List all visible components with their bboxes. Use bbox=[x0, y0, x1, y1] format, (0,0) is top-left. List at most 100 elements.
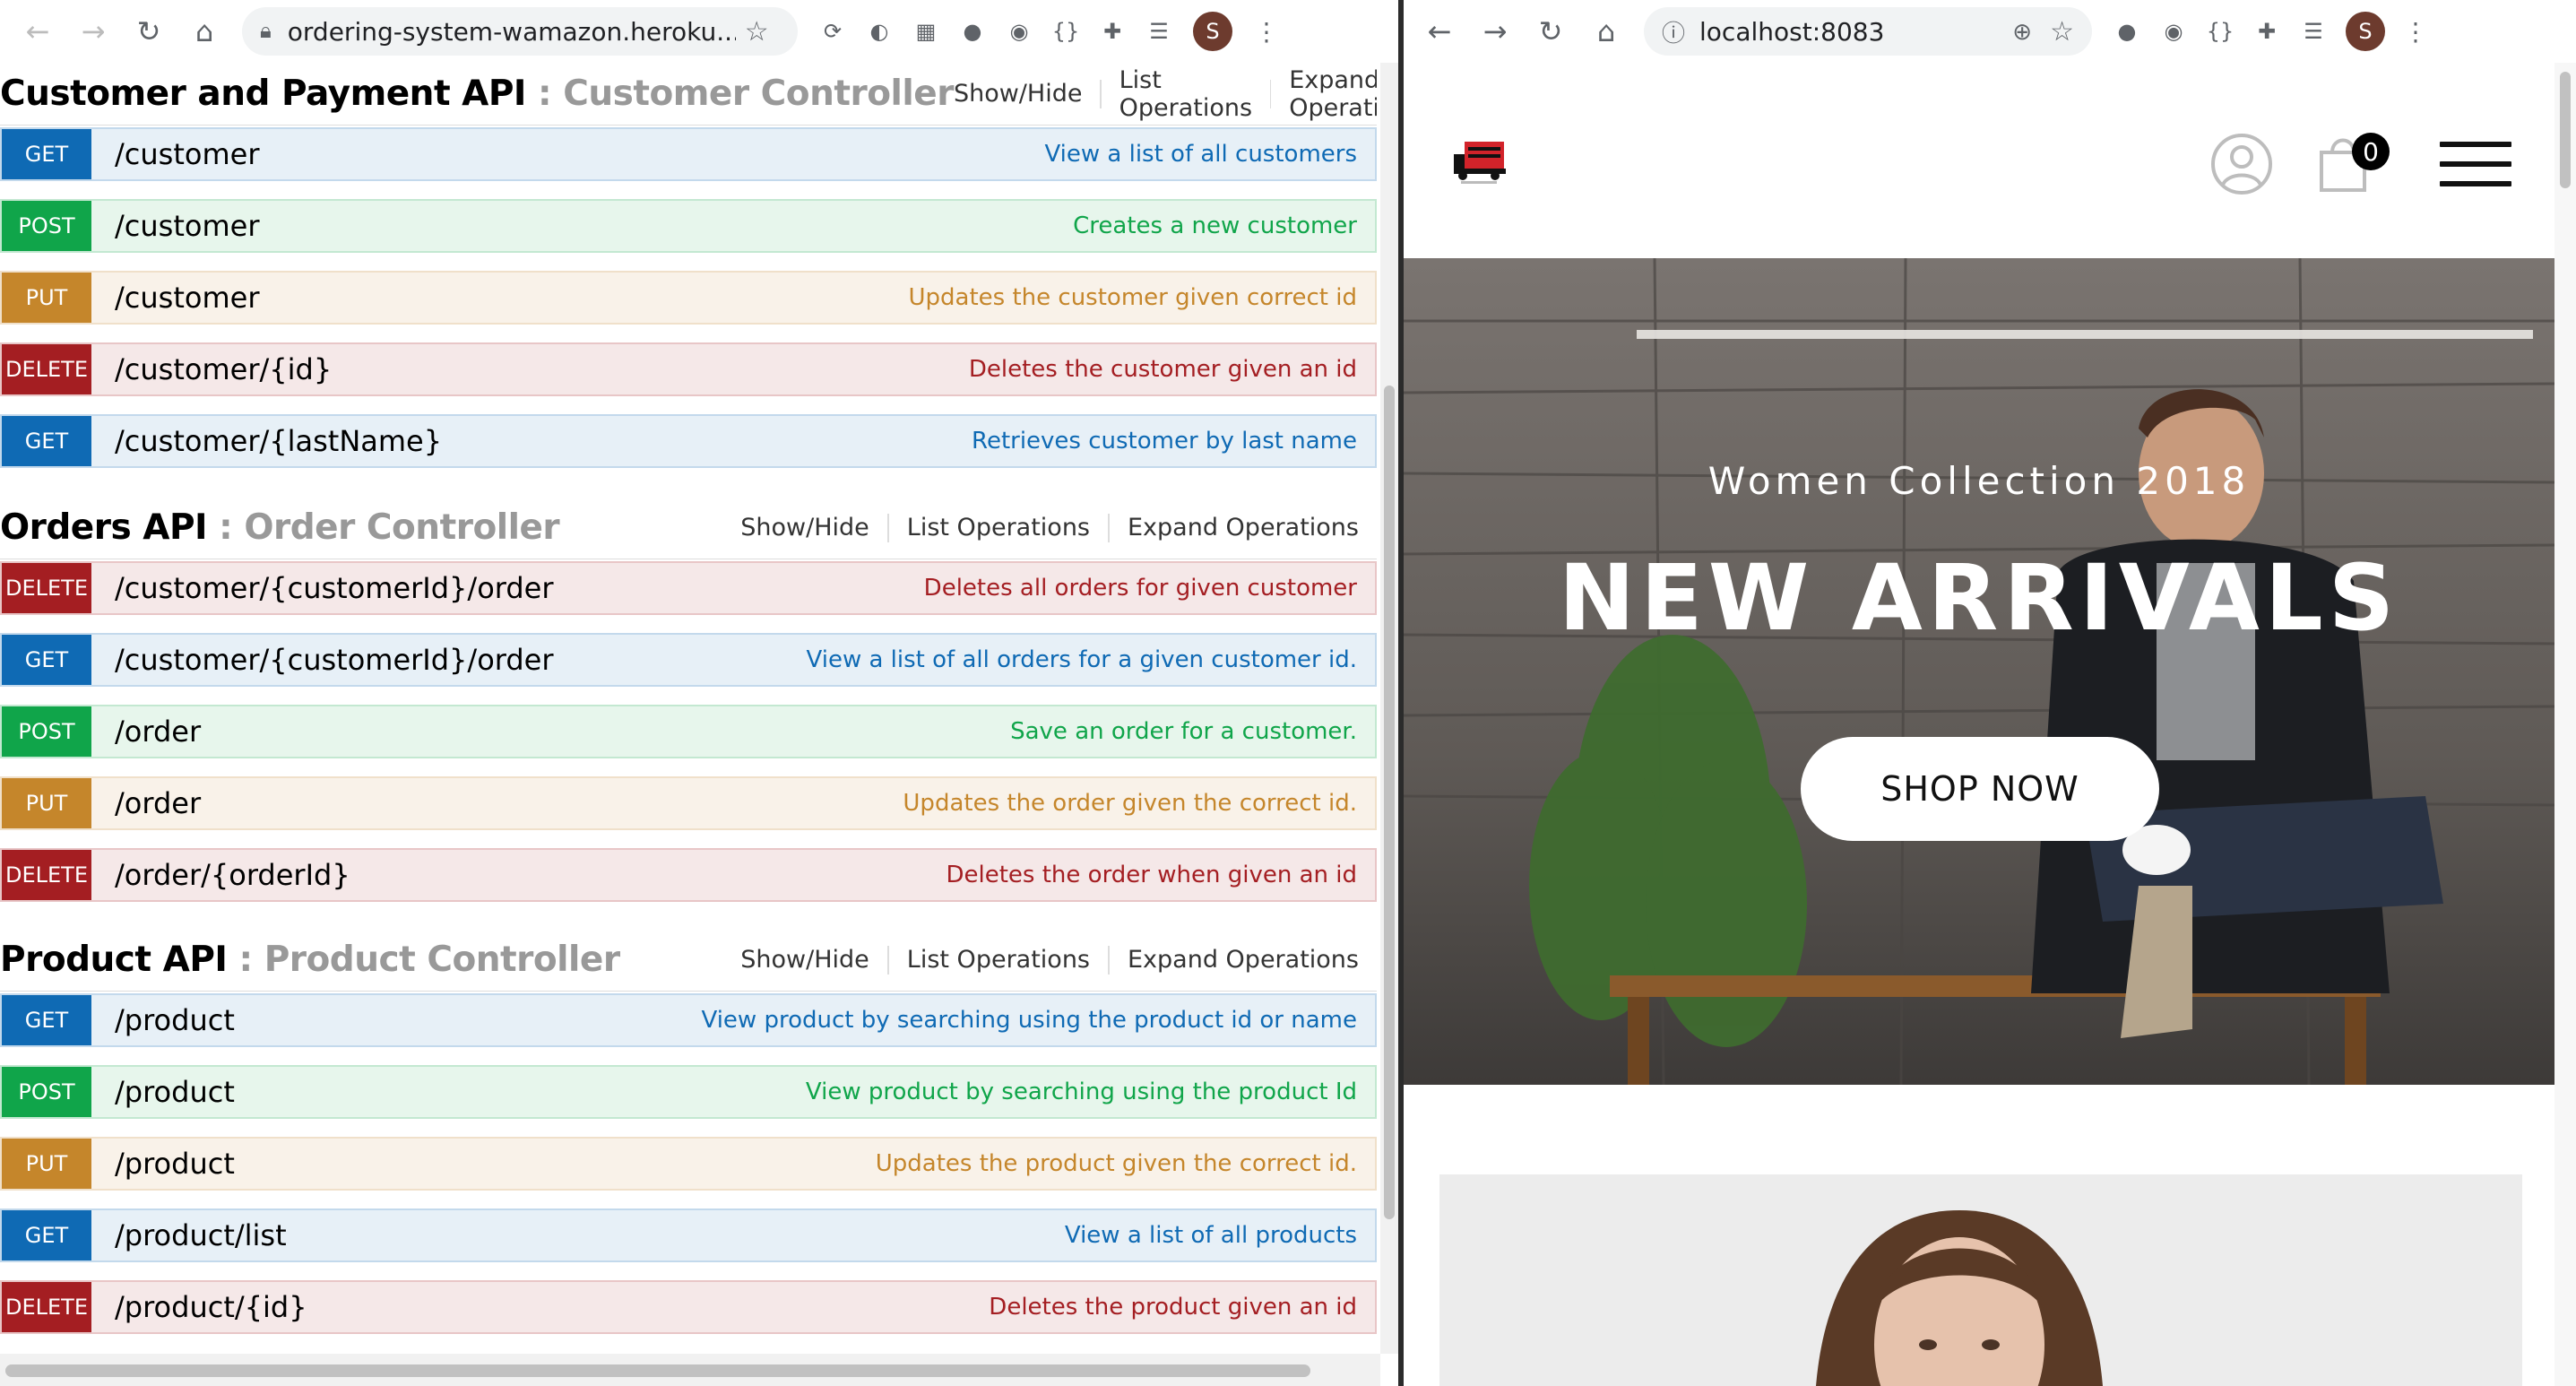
forward-icon[interactable]: → bbox=[75, 13, 111, 49]
forward-icon[interactable]: → bbox=[1477, 13, 1513, 49]
right-address-bar[interactable]: ⓘ localhost:8083 ⊕ ☆ bbox=[1644, 7, 2092, 56]
model-photo bbox=[1816, 1210, 2103, 1386]
operation-description: Deletes the order when given an id bbox=[946, 862, 1357, 888]
show-hide-link[interactable]: Show/Hide bbox=[740, 514, 869, 541]
api-title-separator: : bbox=[525, 74, 564, 114]
swagger-content: Customer and Payment API : Customer Cont… bbox=[0, 63, 1377, 1354]
operation-description: Deletes all orders for given customer bbox=[923, 575, 1357, 602]
lock-icon: 🔒︎ bbox=[260, 19, 272, 43]
api-section-header: Customer and Payment API : Customer Cont… bbox=[0, 63, 1377, 126]
info-icon[interactable]: ⓘ bbox=[1662, 15, 1685, 48]
api-title-text: Orders API bbox=[0, 507, 208, 548]
store-header: 0 bbox=[1404, 63, 2554, 258]
zoom-icon[interactable]: ⊕ bbox=[2012, 18, 2032, 46]
store-logo[interactable] bbox=[1452, 138, 1509, 185]
globe-extension-icon[interactable]: ◉ bbox=[2158, 16, 2189, 47]
grid-extension-icon[interactable]: ▦ bbox=[911, 16, 941, 47]
show-hide-link[interactable]: Show/Hide bbox=[740, 946, 869, 974]
list-operations-link[interactable]: List Operations bbox=[1119, 66, 1252, 122]
operation-row[interactable]: GET/customer/{customerId}/order View a li… bbox=[0, 633, 1377, 687]
operation-row[interactable]: POST/customer Creates a new customer bbox=[0, 199, 1377, 253]
operation-row[interactable]: GET/customer View a list of all customers bbox=[0, 127, 1377, 181]
json-extension-icon[interactable]: {} bbox=[1050, 16, 1081, 47]
api-section-title[interactable]: Customer and Payment API : Customer Cont… bbox=[0, 74, 954, 114]
chat-extension-icon[interactable]: ● bbox=[2112, 16, 2142, 47]
vertical-scrollbar[interactable] bbox=[1380, 63, 1398, 1354]
globe-extension-icon[interactable]: ◉ bbox=[1004, 16, 1034, 47]
api-section-links: Show/Hide List Operations Expand Operati… bbox=[740, 945, 1359, 975]
back-icon[interactable]: ← bbox=[1422, 13, 1457, 49]
operation-row[interactable]: POST/order Save an order for a customer. bbox=[0, 705, 1377, 758]
list-operations-link[interactable]: List Operations bbox=[907, 946, 1090, 974]
api-controller-name: Product Controller bbox=[264, 940, 620, 980]
operation-row[interactable]: PUT/order Updates the order given the cor… bbox=[0, 776, 1377, 830]
dark-mode-extension-icon[interactable]: ◐ bbox=[864, 16, 895, 47]
star-icon[interactable]: ☆ bbox=[745, 16, 769, 48]
operation-description: View a list of all customers bbox=[1044, 141, 1357, 168]
http-method-badge: PUT bbox=[2, 778, 91, 828]
http-method-badge: POST bbox=[2, 706, 91, 757]
link-divider bbox=[1108, 945, 1110, 975]
operation-path: /order/{orderId} bbox=[115, 858, 350, 892]
operation-path: /customer/{id} bbox=[115, 352, 333, 386]
api-section-title[interactable]: Orders API : Order Controller bbox=[0, 507, 560, 548]
hamburger-menu-icon[interactable] bbox=[2440, 142, 2511, 186]
show-hide-link[interactable]: Show/Hide bbox=[954, 80, 1083, 108]
link-divider bbox=[1108, 513, 1110, 542]
hero-banner: Women Collection 2018 NEW ARRIVALS SHOP … bbox=[1404, 258, 2554, 1085]
api-title-separator: : bbox=[227, 940, 264, 980]
user-icon[interactable] bbox=[2210, 133, 2273, 195]
operation-row[interactable]: PUT/customer Updates the customer given c… bbox=[0, 271, 1377, 325]
chat-extension-icon[interactable]: ● bbox=[957, 16, 988, 47]
product-card-image[interactable] bbox=[1439, 1174, 2522, 1386]
operation-row[interactable]: GET/customer/{lastName} Retrieves custome… bbox=[0, 414, 1377, 468]
api-section-links: Show/Hide List Operations Expand Operati… bbox=[740, 513, 1359, 542]
sync-extension-icon[interactable]: ⟳ bbox=[817, 16, 848, 47]
http-method-badge: PUT bbox=[2, 1139, 91, 1189]
expand-operations-link[interactable]: Expand Operations bbox=[1128, 946, 1359, 974]
menu-dots-icon[interactable]: ⋮ bbox=[2398, 13, 2433, 49]
operation-path: /product bbox=[115, 1075, 235, 1109]
store-browser-window: ← → ↻ ⌂ ⓘ localhost:8083 ⊕ ☆ ● ◉ {} ✚ ☰ … bbox=[1404, 0, 2576, 1386]
operation-row[interactable]: DELETE/customer/{id} Deletes the customer… bbox=[0, 342, 1377, 396]
vertical-scrollbar[interactable] bbox=[2554, 63, 2576, 1386]
back-icon[interactable]: ← bbox=[20, 13, 56, 49]
operation-row[interactable]: DELETE/order/{orderId} Deletes the order … bbox=[0, 848, 1377, 902]
extension-icon[interactable]: ✚ bbox=[1097, 16, 1128, 47]
extension-icon[interactable]: ✚ bbox=[2252, 16, 2282, 47]
list-operations-link[interactable]: List Operations bbox=[907, 514, 1090, 541]
operation-row[interactable]: PUT/product Updates the product given the… bbox=[0, 1137, 1377, 1191]
operation-description: Updates the customer given correct id bbox=[908, 284, 1358, 311]
home-icon[interactable]: ⌂ bbox=[186, 13, 222, 49]
profile-avatar[interactable]: S bbox=[1193, 12, 1232, 51]
hero-background-image bbox=[1404, 258, 2554, 1085]
expand-operations-link[interactable]: Expand Operations bbox=[1289, 66, 1377, 122]
profile-avatar[interactable]: S bbox=[2346, 12, 2385, 51]
reading-list-icon[interactable]: ☰ bbox=[2298, 16, 2329, 47]
operation-path: /customer bbox=[115, 137, 260, 171]
reload-icon[interactable]: ↻ bbox=[1533, 13, 1569, 49]
reload-icon[interactable]: ↻ bbox=[131, 13, 167, 49]
star-icon[interactable]: ☆ bbox=[2050, 16, 2074, 48]
operation-row[interactable]: DELETE/customer/{customerId}/order Delete… bbox=[0, 561, 1377, 615]
operation-row[interactable]: DELETE/product/{id} Deletes the product g… bbox=[0, 1280, 1377, 1334]
operation-path: /customer/{customerId}/order bbox=[115, 643, 554, 677]
operation-description: Updates the order given the correct id. bbox=[903, 790, 1357, 817]
operation-row[interactable]: POST/product View product by searching us… bbox=[0, 1065, 1377, 1119]
home-icon[interactable]: ⌂ bbox=[1588, 13, 1624, 49]
menu-dots-icon[interactable]: ⋮ bbox=[1249, 13, 1284, 49]
shop-now-button[interactable]: SHOP NOW bbox=[1801, 737, 2159, 841]
left-address-bar[interactable]: 🔒︎ ordering-system-wamazon.heroku... ☆ bbox=[242, 7, 798, 56]
horizontal-scrollbar[interactable] bbox=[0, 1354, 1380, 1386]
hero-subtitle: Women Collection 2018 bbox=[1707, 459, 2251, 503]
operation-row[interactable]: GET/product View product by searching usi… bbox=[0, 993, 1377, 1047]
api-section-title[interactable]: Product API : Product Controller bbox=[0, 940, 620, 980]
api-section-product: Product API : Product Controller Show/Hi… bbox=[0, 929, 1377, 1334]
scrollbar-thumb[interactable] bbox=[2560, 72, 2571, 188]
expand-operations-link[interactable]: Expand Operations bbox=[1128, 514, 1359, 541]
json-extension-icon[interactable]: {} bbox=[2205, 16, 2235, 47]
scrollbar-thumb[interactable] bbox=[5, 1364, 1310, 1377]
scrollbar-thumb[interactable] bbox=[1384, 385, 1395, 1219]
reading-list-icon[interactable]: ☰ bbox=[1144, 16, 1174, 47]
operation-row[interactable]: GET/product/list View a list of all produ… bbox=[0, 1208, 1377, 1262]
